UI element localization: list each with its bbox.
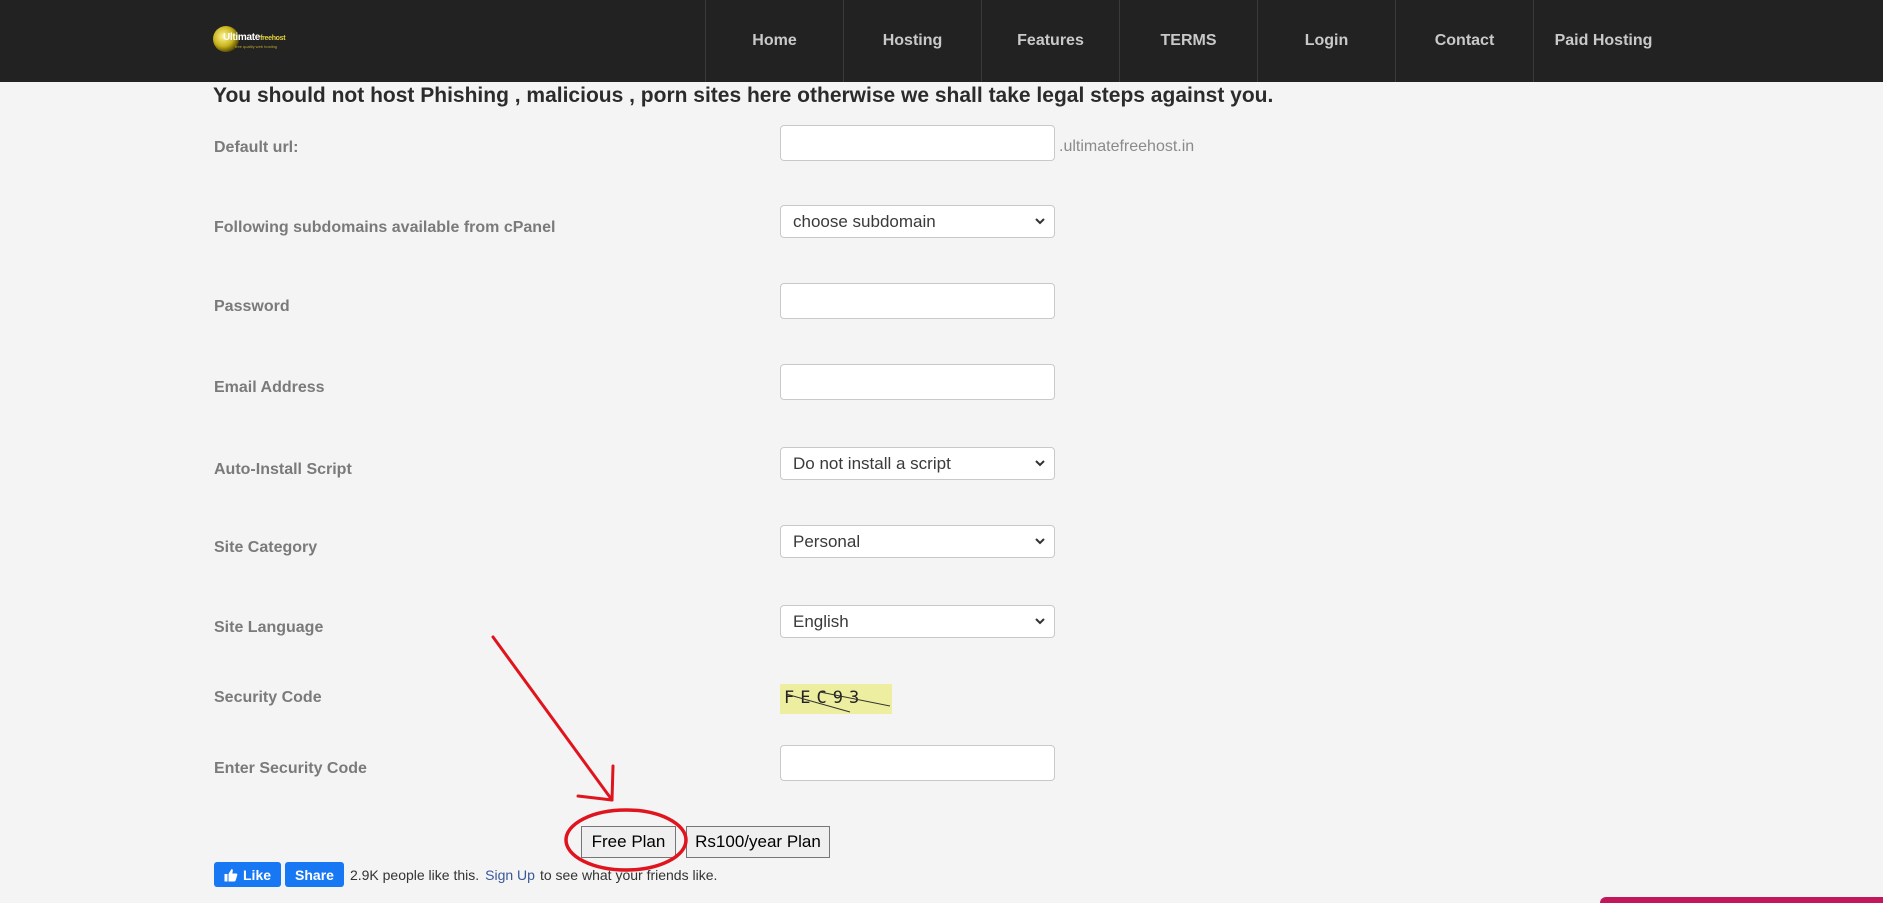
subdomain-label: Following subdomains available from cPan… <box>214 219 556 236</box>
chevron-down-icon <box>1035 538 1045 545</box>
email-label: Email Address <box>214 379 325 396</box>
site-category-select[interactable]: Personal <box>780 525 1055 558</box>
main-nav: Home Hosting Features TERMS Login Contac… <box>705 0 1673 82</box>
captcha-noise <box>785 691 891 713</box>
subdomain-select[interactable]: choose subdomain <box>780 205 1055 238</box>
chevron-down-icon <box>1035 218 1045 225</box>
nav-login[interactable]: Login <box>1257 0 1395 82</box>
site-category-selected: Personal <box>793 532 861 551</box>
site-language-select[interactable]: English <box>780 605 1055 638</box>
paid-plan-button[interactable]: Rs100/year Plan <box>686 826 830 858</box>
thumbs-up-icon <box>224 868 238 881</box>
facebook-like-bar: Like Share 2.9K people like this. Sign U… <box>214 862 717 887</box>
facebook-like-button[interactable]: Like <box>214 862 282 887</box>
nav-terms[interactable]: TERMS <box>1119 0 1257 82</box>
nav-paid-hosting[interactable]: Paid Hosting <box>1533 0 1673 82</box>
nav-home[interactable]: Home <box>705 0 843 82</box>
logo-tagline: free quality web hosting <box>235 44 278 49</box>
auto-install-selected: Do not install a script <box>793 454 951 473</box>
site-category-label: Site Category <box>214 539 318 556</box>
hosting-warning: You should not host Phishing , malicious… <box>213 84 1274 107</box>
nav-contact[interactable]: Contact <box>1395 0 1533 82</box>
password-label: Password <box>214 298 290 315</box>
top-navbar: Ultimatefreehost free quality web hostin… <box>0 0 1883 82</box>
logo-wordmark: Ultimatefreehost <box>223 32 286 43</box>
enter-security-code-label: Enter Security Code <box>214 760 367 777</box>
like-count-text: 2.9K people like this. <box>349 866 480 883</box>
facebook-share-button[interactable]: Share <box>285 862 344 887</box>
default-url-label: Default url: <box>214 139 299 156</box>
chevron-down-icon <box>1035 618 1045 625</box>
captcha-image: FEC93 <box>780 684 892 714</box>
subdomain-selected: choose subdomain <box>793 212 936 231</box>
security-code-label: Security Code <box>214 689 322 706</box>
nav-features[interactable]: Features <box>981 0 1119 82</box>
email-input[interactable] <box>780 364 1055 400</box>
annotation-arrowhead <box>576 764 615 802</box>
auto-install-label: Auto-Install Script <box>214 461 352 478</box>
site-language-label: Site Language <box>214 619 324 636</box>
facebook-signup-suffix: to see what your friends like. <box>539 866 718 883</box>
nav-hosting[interactable]: Hosting <box>843 0 981 82</box>
free-plan-button[interactable]: Free Plan <box>581 826 676 858</box>
security-code-input[interactable] <box>780 745 1055 781</box>
like-label: Like <box>243 866 272 883</box>
site-language-selected: English <box>793 612 849 631</box>
annotation-arrow <box>491 635 614 802</box>
default-url-input[interactable] <box>780 125 1055 161</box>
chevron-down-icon <box>1035 460 1045 467</box>
password-input[interactable] <box>780 283 1055 319</box>
corner-widget-edge <box>1600 897 1883 903</box>
facebook-signup-link[interactable]: Sign Up <box>485 867 535 883</box>
domain-suffix: .ultimatefreehost.in <box>1059 138 1195 155</box>
auto-install-select[interactable]: Do not install a script <box>780 447 1055 480</box>
site-logo[interactable]: Ultimatefreehost free quality web hostin… <box>213 24 289 56</box>
